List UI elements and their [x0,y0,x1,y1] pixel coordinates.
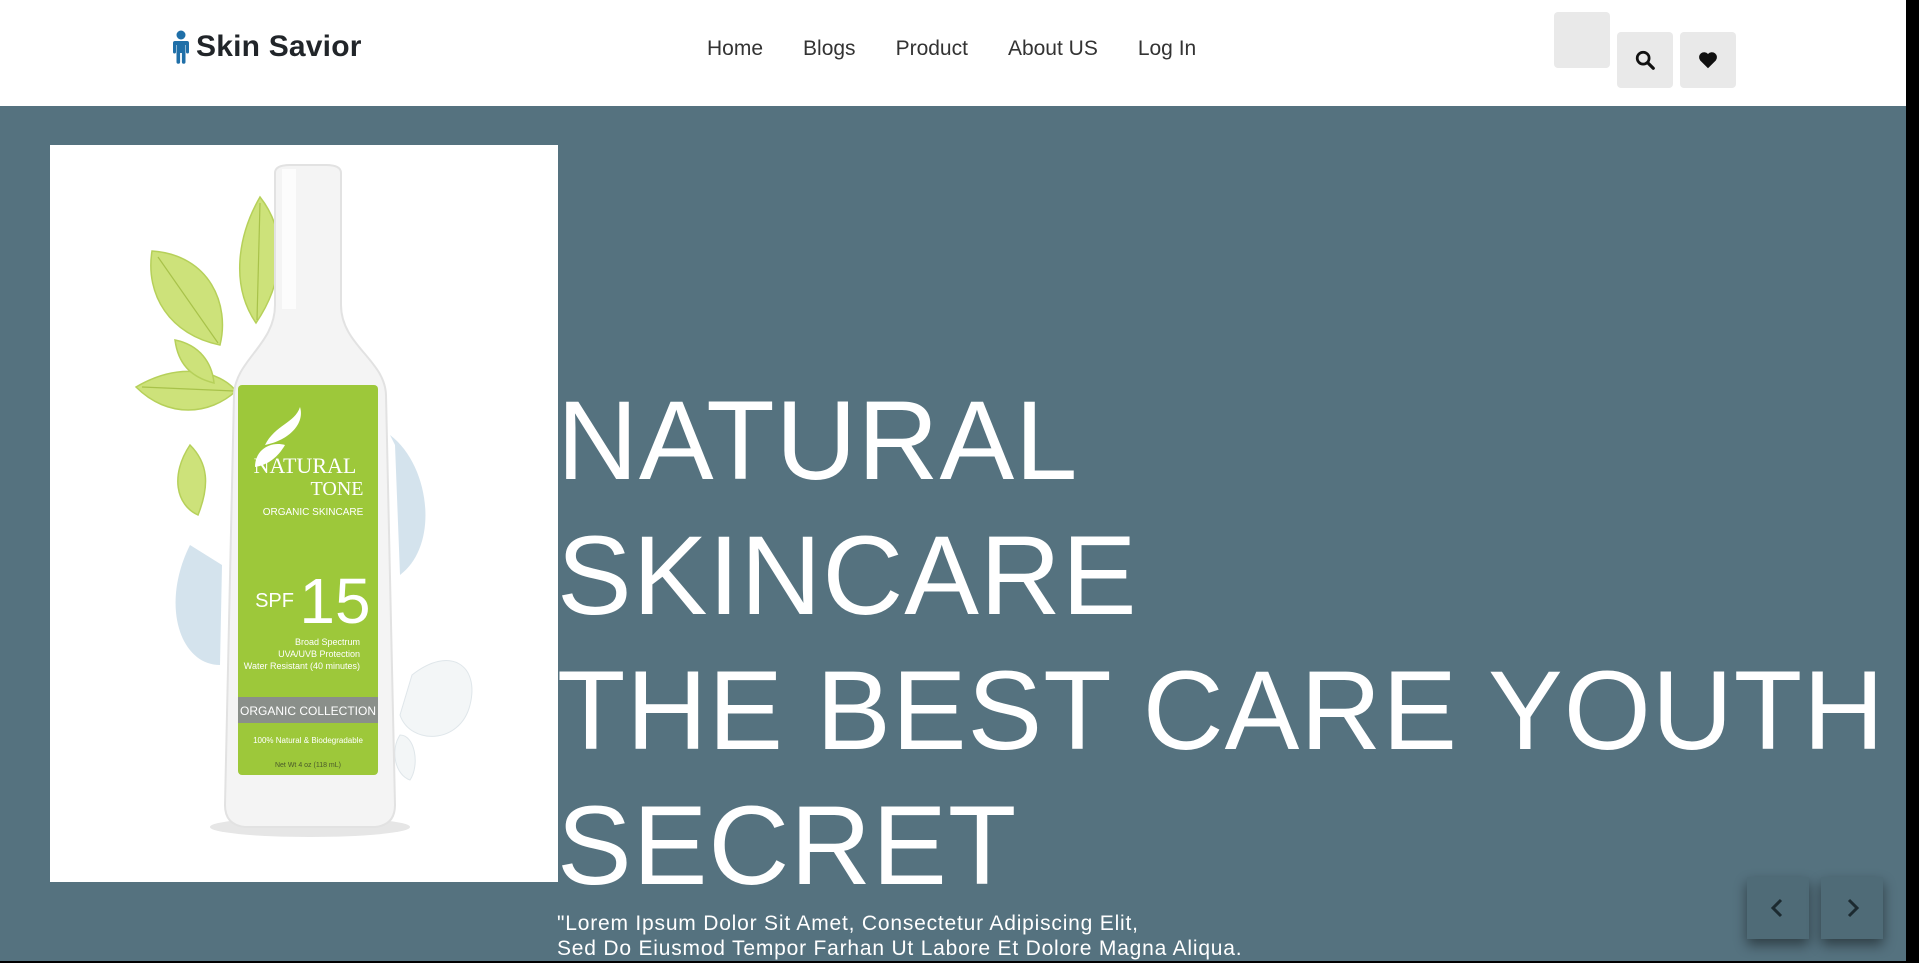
nav-log-in[interactable]: Log In [1138,37,1196,61]
headline-line-3: THE BEST CARE YOUTH [557,648,1885,773]
carousel-next-button[interactable] [1821,877,1883,939]
nav-about-us[interactable]: About US [1008,37,1098,61]
person-icon [173,30,189,64]
brand-name: Skin Savior [196,30,362,63]
headline-line-1: NATURAL [557,378,1079,503]
blank-header-button[interactable] [1554,12,1610,68]
nav-product[interactable]: Product [896,37,968,61]
carousel-prev-button[interactable] [1747,877,1809,939]
chevron-right-icon [1847,898,1860,918]
bottle-band-text: ORGANIC COLLECTION [240,704,376,718]
nav-blogs[interactable]: Blogs [803,37,856,61]
hero-headline: NATURAL SKINCARE THE BEST CARE YOUTH SEC… [557,373,1885,913]
bottle-detail-1: Broad Spectrum [295,637,360,647]
wishlist-button[interactable] [1680,32,1736,88]
headline-line-2: SKINCARE [557,513,1138,638]
description-line-1: "Lorem Ipsum Dolor Sit Amet, Consectetur… [557,912,1139,935]
brand-logo[interactable]: Skin Savior [172,30,362,64]
bottle-brand-line2: TONE [311,478,364,500]
bottle-spf-label: SPF [255,590,294,612]
sunscreen-bottle-image: NATURAL TONE ORGANIC SKINCARE SPF 15 Bro… [134,164,473,837]
headline-line-4: SECRET [557,783,1018,908]
product-image: NATURAL TONE ORGANIC SKINCARE SPF 15 Bro… [50,145,558,882]
page: Skin Savior Home Blogs Product About US … [0,0,1906,961]
header: Skin Savior Home Blogs Product About US … [0,0,1906,106]
bottle-detail-2: UVA/UVB Protection [278,649,360,659]
chevron-left-icon [1770,898,1783,918]
bottle-brand-line1: NATURAL [254,453,357,478]
heart-icon [1699,52,1717,69]
hero-description: "Lorem Ipsum Dolor Sit Amet, Consectetur… [557,911,1242,961]
nav-home[interactable]: Home [707,37,763,61]
main-nav: Home Blogs Product About US Log In [707,37,1196,61]
bottle-volume-text: Net Wt 4 oz (118 mL) [275,762,341,769]
bottle-detail-3: Water Resistant (40 minutes) [244,661,360,671]
description-line-2: Sed Do Eiusmod Tempor Farhan Ut Labore E… [557,937,1243,960]
bottle-subtitle: ORGANIC SKINCARE [263,507,364,518]
search-button[interactable] [1617,32,1673,88]
bottle-footer-text: 100% Natural & Biodegradable [253,736,363,745]
search-icon [1635,50,1655,70]
bottle-spf-value: 15 [299,565,370,637]
